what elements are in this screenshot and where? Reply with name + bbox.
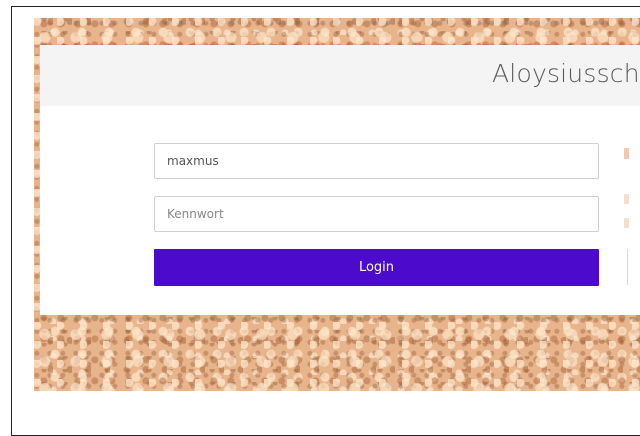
header-bar: Aloysiussch [40, 45, 640, 107]
username-input[interactable] [154, 143, 599, 179]
hint-mark [624, 218, 629, 228]
password-input[interactable] [154, 196, 599, 232]
page-title: Aloysiussch [492, 59, 640, 88]
hint-divider [627, 249, 628, 285]
hint-mark [624, 148, 629, 159]
hint-mark [624, 194, 629, 204]
login-card: Login [40, 106, 640, 315]
side-hints-panel [622, 146, 640, 296]
login-button[interactable]: Login [154, 249, 599, 286]
